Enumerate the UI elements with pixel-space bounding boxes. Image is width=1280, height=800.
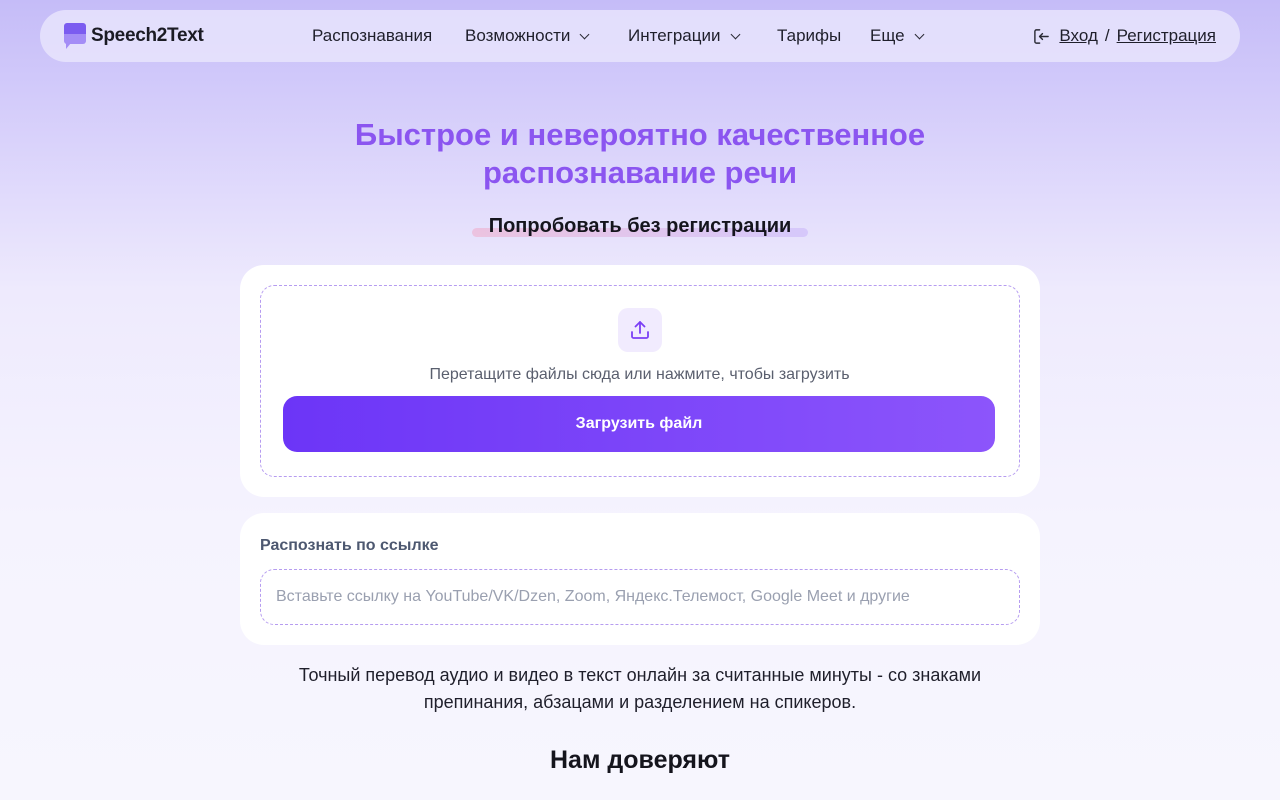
nav-item-label: Распознавания xyxy=(312,26,433,45)
description-line2: препинания, абзацами и разделением на сп… xyxy=(423,692,857,712)
nav-item-more[interactable]: Еще xyxy=(870,26,925,46)
try-label: Попробовать без регистрации xyxy=(488,215,792,237)
nav-item-label: Возможности xyxy=(465,26,571,45)
upload-card: Перетащите файлы сюда или нажмите, чтобы… xyxy=(240,265,1040,497)
link-recognition-card: Распознать по ссылке xyxy=(240,513,1040,645)
file-dropzone[interactable]: Перетащите файлы сюда или нажмите, чтобы… xyxy=(260,285,1020,477)
top-navigation-bar: Speech2Text Распознавания Возможности Ин… xyxy=(40,10,1240,62)
hero-title-line2: распознавание речи xyxy=(482,155,798,190)
media-link-input[interactable] xyxy=(260,569,1020,625)
nav-item-label: Интеграции xyxy=(628,26,721,45)
nav-item-recognitions[interactable]: Распознавания xyxy=(312,26,432,46)
chevron-down-icon xyxy=(914,29,925,39)
logo-mark-icon xyxy=(64,23,86,49)
dropzone-hint: Перетащите файлы сюда или нажмите, чтобы… xyxy=(429,366,850,383)
login-icon xyxy=(1034,28,1050,44)
description-line1: Точный перевод аудио и видео в текст онл… xyxy=(298,665,982,685)
auth-links: Вход / Регистрация xyxy=(1033,26,1216,46)
chevron-down-icon xyxy=(730,29,740,39)
chevron-down-icon xyxy=(579,29,590,39)
hero-title: Быстрое и невероятно качественное распоз… xyxy=(0,116,1280,192)
logo[interactable]: Speech2Text xyxy=(64,23,204,49)
nav-item-integrations[interactable]: Интеграции xyxy=(628,26,740,46)
upload-icon xyxy=(618,308,662,352)
nav-item-label: Еще xyxy=(870,26,905,45)
service-description: Точный перевод аудио и видео в текст онл… xyxy=(240,662,1040,716)
try-without-registration: Попробовать без регистрации xyxy=(0,215,1280,238)
nav-item-pricing[interactable]: Тарифы xyxy=(777,26,841,46)
logo-text: Speech2Text xyxy=(91,25,204,46)
upload-file-button-label: Загрузить файл xyxy=(575,415,703,432)
upload-file-button[interactable]: Загрузить файл xyxy=(283,396,995,452)
hero-title-line1: Быстрое и невероятно качественное xyxy=(354,117,926,152)
link-recognition-label: Распознать по ссылке xyxy=(260,537,439,554)
auth-separator: / xyxy=(1104,26,1110,45)
login-link[interactable]: Вход xyxy=(1059,26,1097,46)
register-link[interactable]: Регистрация xyxy=(1117,26,1216,46)
nav-item-features[interactable]: Возможности xyxy=(465,26,590,46)
nav-item-label: Тарифы xyxy=(777,26,842,45)
trusted-by-heading: Нам доверяют xyxy=(550,746,730,774)
